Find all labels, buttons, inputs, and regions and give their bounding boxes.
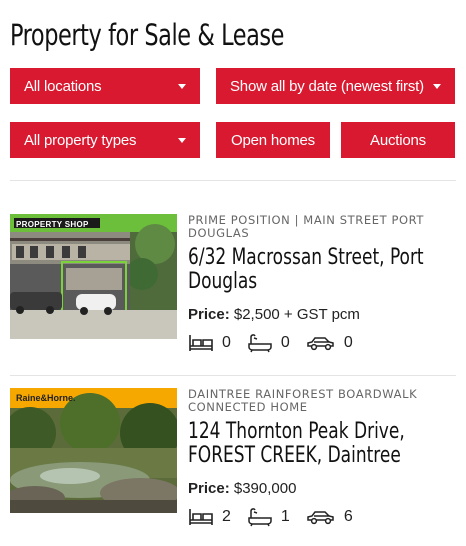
open-homes-label: Open homes [231, 131, 315, 149]
agency-logo: Raine&Horne. [16, 393, 76, 403]
car-icon [307, 337, 334, 351]
listing-address[interactable]: 124 Thornton Peak Drive, FOREST CREEK, D… [188, 420, 446, 468]
listing-address[interactable]: 6/32 Macrossan Street, Port Douglas [188, 246, 446, 294]
location-dropdown-label: All locations [24, 77, 102, 95]
bed-icon [189, 335, 213, 351]
listing-tagline: PRIME POSITION | MAIN STREET PORT DOUGLA… [188, 213, 425, 240]
car-icon [307, 511, 334, 525]
cars-count: 6 [343, 508, 353, 525]
bed-icon [189, 509, 213, 525]
chevron-down-icon [178, 137, 186, 143]
listing-photo-image [10, 388, 177, 513]
listing-tagline: DAINTREE RAINFOREST BOARDWALK CONNECTED … [188, 387, 418, 414]
baths-count: 1 [280, 508, 290, 525]
auctions-label: Auctions [370, 131, 426, 149]
auctions-button[interactable]: Auctions [341, 122, 455, 158]
beds-feature: 0 [188, 334, 231, 352]
beds-count: 2 [222, 508, 231, 525]
listing-card[interactable]: Raine&Horne. DAINTREE RAINFOREST BOARDWA… [10, 388, 456, 538]
price-value: $2,500 + GST pcm [233, 306, 360, 323]
listing-photo-image [10, 214, 177, 339]
baths-count: 0 [280, 334, 290, 351]
divider [10, 180, 456, 181]
listing-features: 2 1 6 [188, 507, 456, 527]
agency-logo: PROPERTY SHOP [16, 220, 89, 229]
listing-price: Price: $390,000 [188, 480, 456, 497]
property-type-dropdown-label: All property types [24, 131, 137, 149]
listing-features: 0 0 0 [188, 333, 456, 353]
baths-feature: 1 [247, 507, 290, 527]
bath-icon [248, 508, 272, 527]
sort-dropdown[interactable]: Show all by date (newest first) [216, 68, 455, 104]
cars-count: 0 [343, 334, 353, 351]
chevron-down-icon [178, 83, 186, 89]
listing-price: Price: $2,500 + GST pcm [188, 306, 456, 323]
beds-count: 0 [222, 334, 231, 351]
open-homes-button[interactable]: Open homes [216, 122, 330, 158]
page-title: Property for Sale & Lease [10, 18, 285, 52]
divider [10, 375, 456, 376]
cars-feature: 0 [306, 334, 353, 352]
cars-feature: 6 [306, 508, 353, 526]
baths-feature: 0 [247, 333, 290, 353]
listing-card[interactable]: PROPERTY SHOP PRIME POSITION | MAIN STRE… [10, 214, 456, 353]
location-dropdown[interactable]: All locations [10, 68, 200, 104]
chevron-down-icon [433, 83, 441, 89]
listing-photo[interactable]: Raine&Horne. [10, 388, 177, 513]
listing-info: DAINTREE RAINFOREST BOARDWALK CONNECTED … [188, 388, 456, 527]
beds-feature: 2 [188, 508, 231, 526]
property-type-dropdown[interactable]: All property types [10, 122, 200, 158]
price-label: Price: [188, 306, 230, 323]
bath-icon [248, 334, 272, 353]
listing-photo[interactable]: PROPERTY SHOP [10, 214, 177, 339]
price-label: Price: [188, 480, 230, 497]
listing-info: PRIME POSITION | MAIN STREET PORT DOUGLA… [188, 214, 456, 353]
sort-dropdown-label: Show all by date (newest first) [230, 77, 424, 95]
price-value: $390,000 [233, 480, 297, 497]
